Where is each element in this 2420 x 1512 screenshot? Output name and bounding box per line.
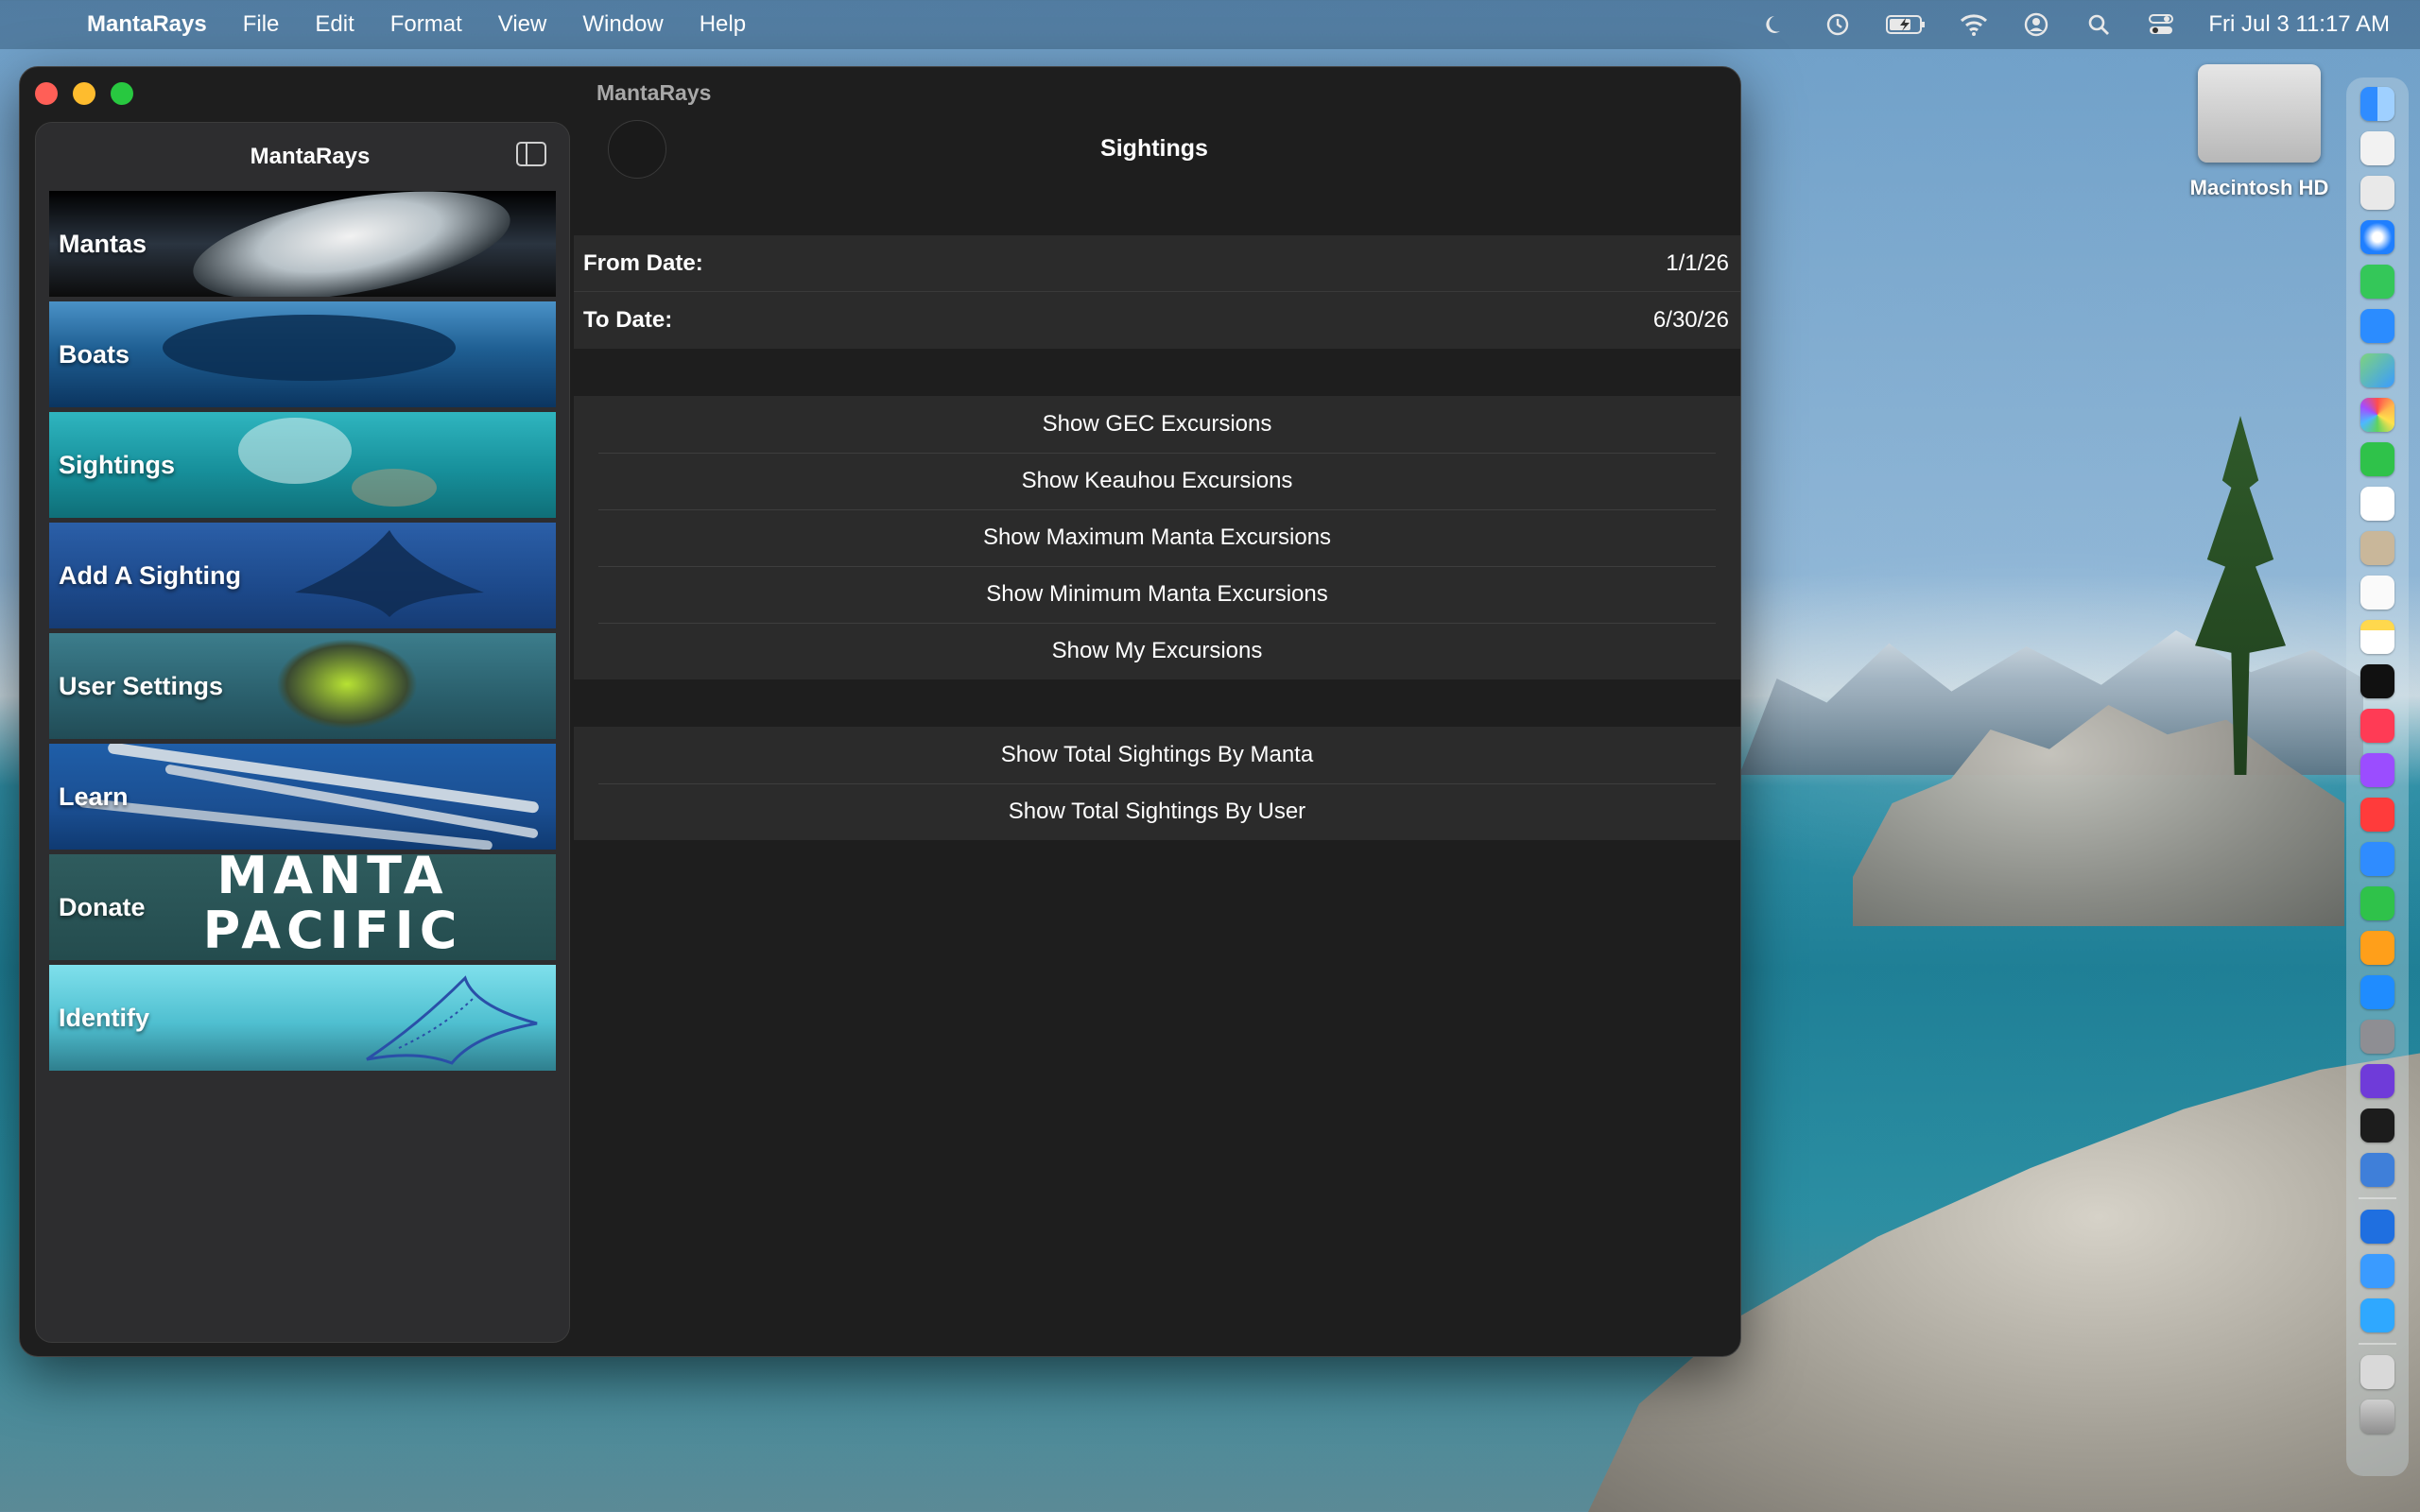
sidebar-item-label: Add A Sighting (59, 560, 241, 590)
to-date-value[interactable]: 6/30/26 (1653, 307, 1729, 334)
to-date-label: To Date: (583, 307, 673, 333)
logo-line-2: PACIFIC (202, 901, 463, 960)
hard-drive-icon (2198, 64, 2321, 163)
dock-separator (2359, 1197, 2396, 1199)
sidebar-item-label: Boats (59, 339, 130, 369)
window-zoom-button[interactable] (111, 82, 133, 105)
finder-icon[interactable] (2360, 87, 2394, 121)
menu-app-name[interactable]: MantaRays (87, 11, 207, 38)
facetime-icon[interactable] (2360, 442, 2394, 476)
window-minimize-button[interactable] (73, 82, 95, 105)
date-range-section: From Date: 1/1/26 To Date: 6/30/26 (574, 235, 1740, 349)
from-date-row[interactable]: From Date: 1/1/26 (574, 235, 1740, 292)
numbers-icon[interactable] (2360, 886, 2394, 920)
podcasts-icon[interactable] (2360, 753, 2394, 787)
sidebar-toggle-icon[interactable] (516, 142, 546, 166)
show-maximum-manta-excursions-button[interactable]: Show Maximum Manta Excursions (574, 509, 1740, 566)
control-center-icon[interactable] (2146, 9, 2176, 40)
logo-line-1: MANTA (216, 854, 449, 905)
dock-separator (2359, 1343, 2396, 1345)
app-window: MantaRays MantaRays Mantas Boats Sightin… (19, 66, 1741, 1357)
testflight-icon[interactable] (2360, 1298, 2394, 1332)
sidebar-list: Mantas Boats Sightings Add A Sighting Us… (49, 191, 556, 1075)
battery-icon[interactable] (1885, 9, 1927, 40)
page-title: Sightings (1100, 135, 1208, 162)
maps-icon[interactable] (2360, 353, 2394, 387)
photos-icon[interactable] (2360, 398, 2394, 432)
window-close-button[interactable] (35, 82, 58, 105)
show-my-excursions-button[interactable]: Show My Excursions (574, 623, 1740, 679)
from-date-label: From Date: (583, 249, 703, 276)
sidebar-title: MantaRays (250, 144, 371, 169)
screen-time-icon[interactable] (2360, 1064, 2394, 1098)
menu-format[interactable]: Format (390, 11, 462, 38)
dock (2346, 77, 2409, 1476)
menu-bar: MantaRays File Edit Format View Window H… (0, 0, 2420, 49)
menu-file[interactable]: File (243, 11, 280, 38)
system-settings-icon[interactable] (2360, 1020, 2394, 1054)
apple-tv-icon[interactable] (2360, 664, 2394, 698)
time-machine-icon[interactable] (1823, 9, 1853, 40)
menu-window[interactable]: Window (582, 11, 663, 38)
sidebar-item-donate[interactable]: MANTA PACIFIC Donate (49, 854, 556, 960)
wifi-icon[interactable] (1959, 9, 1989, 40)
sidebar-item-sightings[interactable]: Sightings (49, 412, 556, 518)
keynote-icon[interactable] (2360, 842, 2394, 876)
desktop-drive[interactable]: Macintosh HD (2184, 64, 2335, 200)
show-minimum-manta-excursions-button[interactable]: Show Minimum Manta Excursions (574, 566, 1740, 623)
totals-section: Show Total Sightings By Manta Show Total… (574, 727, 1740, 840)
notes-icon[interactable] (2360, 620, 2394, 654)
calculator-icon[interactable] (2360, 176, 2394, 210)
user-account-icon[interactable] (2021, 9, 2051, 40)
sidebar-item-label: Identify (59, 1003, 150, 1032)
show-gec-excursions-button[interactable]: Show GEC Excursions (574, 396, 1740, 453)
sidebar: MantaRays Mantas Boats Sightings Add A S… (35, 122, 570, 1343)
terminal-icon[interactable] (2360, 1108, 2394, 1143)
sidebar-item-label: User Settings (59, 671, 224, 700)
menu-help[interactable]: Help (700, 11, 746, 38)
spotlight-search-icon[interactable] (2083, 9, 2114, 40)
show-total-sightings-by-manta-button[interactable]: Show Total Sightings By Manta (574, 727, 1740, 783)
pages-icon[interactable] (2360, 931, 2394, 965)
music-icon[interactable] (2360, 709, 2394, 743)
contacts-icon[interactable] (2360, 531, 2394, 565)
mail-icon[interactable] (2360, 309, 2394, 343)
messages-icon[interactable] (2360, 265, 2394, 299)
sidebar-item-label: Sightings (59, 450, 175, 479)
moon-icon[interactable] (1760, 9, 1790, 40)
news-icon[interactable] (2360, 798, 2394, 832)
safari-icon[interactable] (2360, 220, 2394, 254)
calendar-icon[interactable] (2360, 487, 2394, 521)
from-date-value[interactable]: 1/1/26 (1666, 250, 1729, 277)
menu-edit[interactable]: Edit (315, 11, 354, 38)
launchpad-icon[interactable] (2360, 131, 2394, 165)
sidebar-item-learn[interactable]: Learn (49, 744, 556, 850)
menu-view[interactable]: View (498, 11, 547, 38)
downloads-folder-icon[interactable] (2360, 1355, 2394, 1389)
sidebar-item-user-settings[interactable]: User Settings (49, 633, 556, 739)
sidebar-item-label: Mantas (59, 229, 147, 258)
sidebar-item-boats[interactable]: Boats (49, 301, 556, 407)
show-total-sightings-by-user-button[interactable]: Show Total Sightings By User (574, 783, 1740, 840)
detail-pane: Sightings From Date: 1/1/26 To Date: 6/3… (568, 67, 1740, 1356)
sidebar-item-identify[interactable]: Identify (49, 965, 556, 1071)
trash-icon[interactable] (2360, 1400, 2394, 1434)
show-keauhou-excursions-button[interactable]: Show Keauhou Excursions (574, 453, 1740, 509)
desktop-drive-label: Macintosh HD (2189, 176, 2329, 199)
to-date-row[interactable]: To Date: 6/30/26 (574, 292, 1740, 349)
instruments-icon[interactable] (2360, 1254, 2394, 1288)
sidebar-item-label: Donate (59, 892, 146, 921)
app-store-icon[interactable] (2360, 975, 2394, 1009)
excursions-section: Show GEC Excursions Show Keauhou Excursi… (574, 396, 1740, 679)
sidebar-item-label: Learn (59, 782, 129, 811)
status-area: Fri Jul 3 11:17 AM (1760, 0, 2390, 49)
sidebar-item-mantas[interactable]: Mantas (49, 191, 556, 297)
menubar-clock[interactable]: Fri Jul 3 11:17 AM (2208, 11, 2390, 38)
manta-pacific-logo: MANTA PACIFIC (153, 854, 512, 958)
reminders-icon[interactable] (2360, 576, 2394, 610)
xcode-icon[interactable] (2360, 1210, 2394, 1244)
simulator-icon[interactable] (2360, 1153, 2394, 1187)
sidebar-item-add-sighting[interactable]: Add A Sighting (49, 523, 556, 628)
